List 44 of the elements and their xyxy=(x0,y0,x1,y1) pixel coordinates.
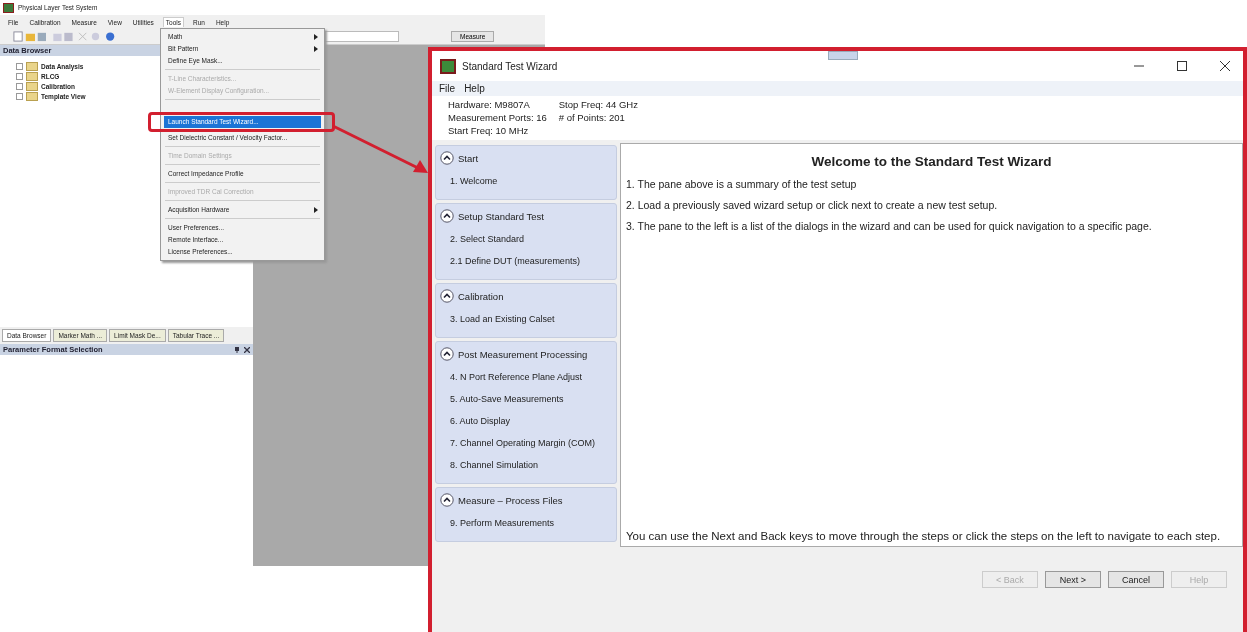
section-title: Post Measurement Processing xyxy=(458,348,588,360)
app-icon xyxy=(3,2,14,13)
collapse-icon[interactable] xyxy=(440,289,454,303)
app-icon xyxy=(440,58,456,74)
step-link[interactable]: 8. Channel Simulation xyxy=(440,454,612,476)
folder-icon xyxy=(26,82,38,91)
step-link[interactable]: 4. N Port Reference Plane Adjust xyxy=(440,366,612,388)
folder-icon xyxy=(26,72,38,81)
section-title: Start xyxy=(458,152,479,164)
wizard-button[interactable]: Cancel xyxy=(1108,571,1164,588)
section-title: Setup Standard Test xyxy=(458,210,544,222)
step-link[interactable]: 3. Load an Existing Calset xyxy=(440,308,612,330)
pin-icon[interactable] xyxy=(234,346,240,353)
summary-text: # of Points: 201 xyxy=(558,112,626,123)
folder-icon xyxy=(26,92,38,101)
folder-icon xyxy=(26,62,38,71)
section-title: Calibration xyxy=(458,290,504,302)
step-link[interactable]: 1. Welcome xyxy=(440,170,612,192)
summary-text: Start Freq: 10 MHz xyxy=(448,125,530,136)
menu-item[interactable]: Help xyxy=(464,83,485,94)
step-link[interactable]: 7. Channel Operating Margin (COM) xyxy=(440,432,612,454)
instruction-text: 2. Load a previously saved wizard setup or click next to create a new test setup. xyxy=(626,199,999,211)
collapse-icon[interactable] xyxy=(440,347,454,361)
window-title: Standard Test Wizard xyxy=(462,60,559,72)
collapse-icon[interactable] xyxy=(440,151,454,165)
close-icon[interactable] xyxy=(244,346,250,353)
instruction-text: 3. The pane to the left is a list of the dialogs in the wizard and can be used for quick navigation to a specific page. xyxy=(626,220,1153,232)
step-link[interactable]: 2.1 Define DUT (measurements) xyxy=(440,250,612,272)
summary-text: Stop Freq: 44 GHz xyxy=(558,99,638,110)
step-link[interactable]: 2. Select Standard xyxy=(440,228,612,250)
step-link[interactable]: 9. Perform Measurements xyxy=(440,512,612,534)
drag-handle[interactable] xyxy=(828,51,858,60)
wizard-button[interactable]: Next > xyxy=(1045,571,1101,588)
step-link[interactable]: 5. Auto-Save Measurements xyxy=(440,388,612,410)
menu-item[interactable]: File xyxy=(439,83,456,94)
summary-text: Measurement Ports: 16 xyxy=(448,112,547,123)
summary-text: Hardware: M9807A xyxy=(448,99,531,110)
collapse-icon[interactable] xyxy=(440,493,454,507)
step-link[interactable]: 6. Auto Display xyxy=(440,410,612,432)
section-title: Measure – Process Files xyxy=(458,494,563,506)
instruction-text: 1. The pane above is a summary of the test setup xyxy=(626,178,858,190)
page-heading: Welcome to the Standard Test Wizard xyxy=(811,154,1052,169)
help-text: You can use the Next and Back keys to move through the steps or click the steps on the left to navigate to each step. xyxy=(626,529,1222,545)
collapse-icon[interactable] xyxy=(440,209,454,223)
